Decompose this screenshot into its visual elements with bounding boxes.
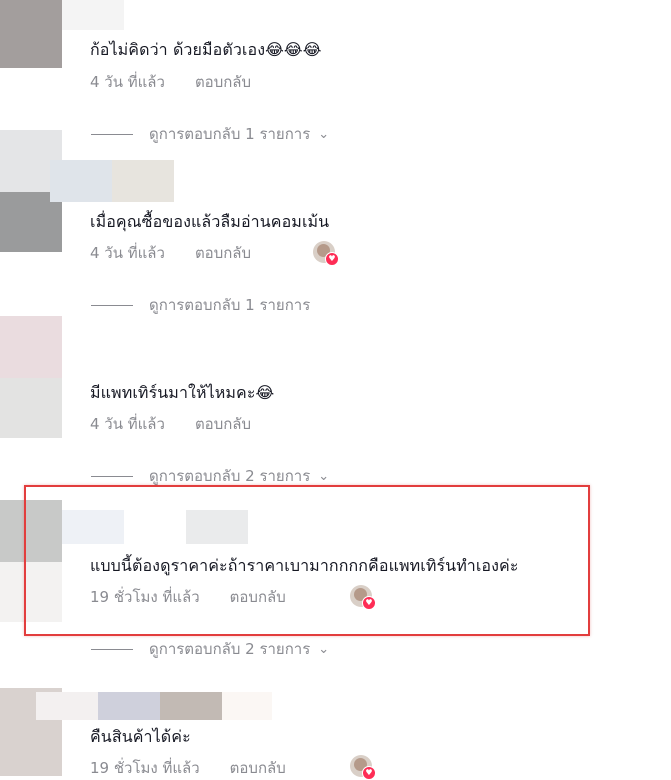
username-redacted [50,160,112,202]
comment-time: 4 วัน ที่แล้ว [90,73,165,91]
username-redacted [112,160,174,202]
comment-text: ก้อไม่คิดว่า ด้วยมือตัวเอง😂😂😂 [90,40,322,59]
view-replies-button[interactable]: ดูการตอบกลับ 2 รายการ ⌄ [91,637,329,661]
chevron-down-icon: ⌄ [318,641,330,657]
creator-liked-avatar-icon: ♥ [313,241,339,266]
comment-text: มีแพทเทิร์นมาให้ไหมคะ😂 [90,383,275,402]
creator-liked-avatar-icon: ♥ [350,755,376,780]
divider [91,133,133,135]
divider [91,304,133,306]
heart-icon: ♥ [325,252,339,266]
avatar[interactable] [0,0,62,68]
comment-meta: 19 ชั่วโมง ที่แล้ว ตอบกลับ [90,756,286,780]
comment-text: เมื่อคุณซื้อของแล้วลืมอ่านคอมเม้น [90,212,330,231]
comment-text: คืนสินค้าได้ค่ะ [90,727,191,746]
reply-button[interactable]: ตอบกลับ [195,73,251,91]
username-redacted [62,0,124,30]
username-redacted [160,692,222,720]
chevron-down-icon: ⌄ [318,126,330,142]
username-redacted [222,692,272,720]
comment-meta: 4 วัน ที่แล้ว ตอบกลับ [90,241,251,265]
comment-meta: 4 วัน ที่แล้ว ตอบกลับ [90,412,251,436]
view-replies-label: ดูการตอบกลับ 1 รายการ [149,296,311,314]
chevron-down-icon: ⌄ [318,468,330,484]
view-replies-button[interactable]: ดูการตอบกลับ 1 รายการ [91,293,310,317]
comment-time: 4 วัน ที่แล้ว [90,244,165,262]
reply-button[interactable]: ตอบกลับ [195,244,251,262]
avatar [0,378,62,438]
comment-time: 4 วัน ที่แล้ว [90,415,165,433]
reply-button[interactable]: ตอบกลับ [230,759,286,777]
comment-time: 19 ชั่วโมง ที่แล้ว [90,759,200,777]
username-redacted [98,692,160,720]
view-replies-button[interactable]: ดูการตอบกลับ 1 รายการ ⌄ [91,122,329,146]
divider [91,475,133,477]
view-replies-label: ดูการตอบกลับ 1 รายการ [149,125,311,143]
avatar[interactable] [0,316,62,378]
highlight-box [24,485,590,636]
comment-meta: 4 วัน ที่แล้ว ตอบกลับ [90,70,251,94]
divider [91,648,133,650]
username-redacted [36,692,98,720]
view-replies-label: ดูการตอบกลับ 2 รายการ [149,640,311,658]
heart-icon: ♥ [362,766,376,780]
reply-button[interactable]: ตอบกลับ [195,415,251,433]
